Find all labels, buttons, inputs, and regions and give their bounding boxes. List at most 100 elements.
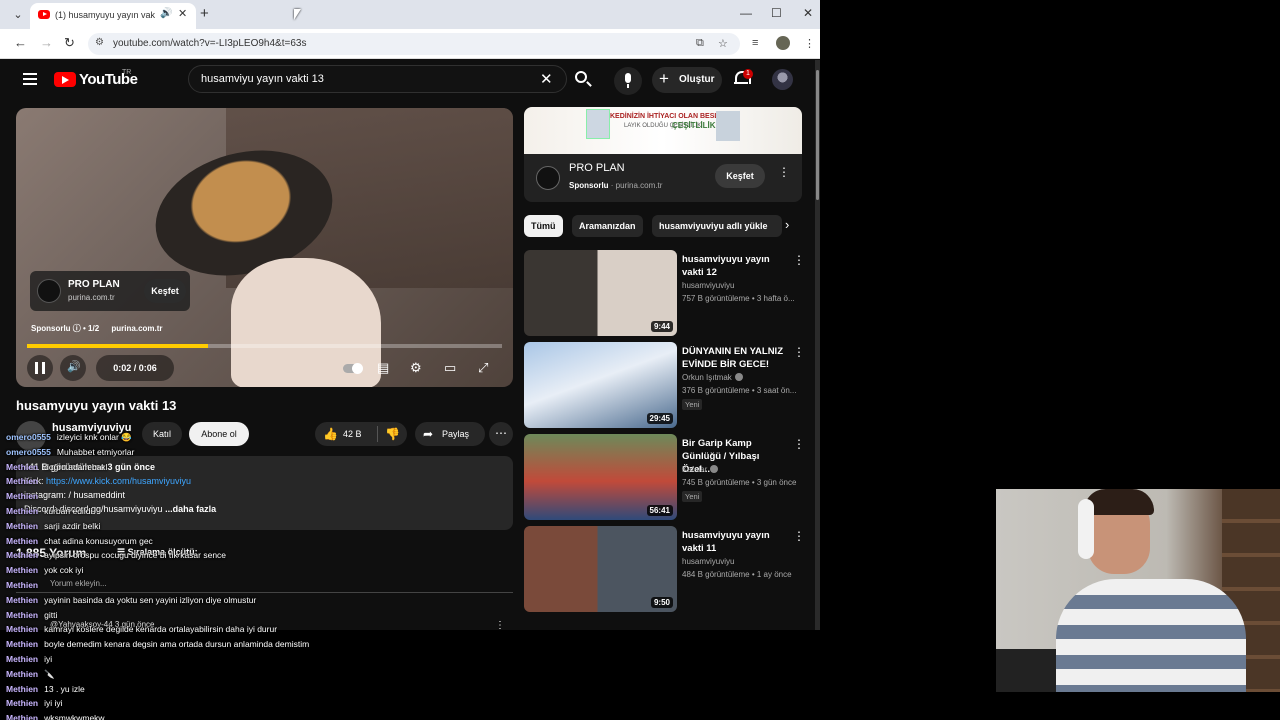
info-icon[interactable]: ⓘ • <box>73 324 88 333</box>
ad-domain[interactable]: purina.com.tr <box>111 324 162 333</box>
player-ad-card[interactable]: PRO PLAN purina.com.tr Keşfet <box>30 271 190 311</box>
account-avatar[interactable] <box>772 69 793 90</box>
dislike-icon[interactable]: 👎 <box>385 427 400 441</box>
chip-channel-uploads[interactable]: husamviyuviyu adlı yükle <box>652 215 782 237</box>
bookmark-star-icon[interactable]: ☆ <box>718 37 728 50</box>
like-icon[interactable]: 👍 <box>323 427 338 441</box>
plus-icon: + <box>659 69 669 88</box>
chat-message: Methien kurban edildi <box>6 506 92 516</box>
like-count[interactable]: 42 B <box>343 429 362 439</box>
reload-icon[interactable]: ↻ <box>64 35 75 51</box>
search-icon <box>575 71 587 83</box>
clear-search-icon[interactable]: ✕ <box>540 70 553 88</box>
media-control-icon[interactable]: ≡ <box>752 37 758 49</box>
recommendation-channel[interactable]: husamviyuviyu <box>682 281 734 290</box>
chat-message: Methien gitti <box>6 610 57 620</box>
volume-button[interactable]: 🔊 <box>60 355 86 381</box>
autoplay-toggle[interactable] <box>343 363 363 374</box>
recommendation-title[interactable]: husamviyuyu yayın vakti 11 <box>682 529 788 555</box>
chip-all[interactable]: Tümü <box>524 215 563 237</box>
more-actions-icon[interactable]: ⋯ <box>489 422 513 446</box>
forward-icon[interactable]: → <box>40 35 53 50</box>
recommendation-title[interactable]: husamviyuyu yayın vakti 12 <box>682 253 788 279</box>
share-button[interactable]: ➦ Paylaş <box>415 422 485 446</box>
recommendation-channel[interactable]: Kafalar <box>682 465 719 474</box>
browser-tab[interactable]: (1) husamyuyu yayın vakti 1 🔊 ✕ <box>30 3 196 29</box>
video-thumbnail[interactable]: 9:50 <box>524 526 677 612</box>
ad-panel-more-icon[interactable]: ⋮ <box>778 165 790 179</box>
chat-message: Methien chat adina konusuyorum gec <box>6 536 153 546</box>
recommendation-channel[interactable]: husamviyuviyu <box>682 557 734 566</box>
fullscreen-icon[interactable]: ⤢ <box>478 360 488 376</box>
recommendation-channel[interactable]: Orkun Işıtmak <box>682 373 743 382</box>
create-label: Oluştur <box>679 74 715 85</box>
screen: ⌄ (1) husamyuyu yayın vakti 1 🔊 ✕ + — ☐ … <box>0 0 1280 720</box>
youtube-logo-icon[interactable] <box>54 72 76 87</box>
browser-menu-icon[interactable]: ⋮ <box>804 37 815 50</box>
ad-panel-cta-button[interactable]: Keşfet <box>715 164 765 188</box>
video-player[interactable]: PRO PLAN purina.com.tr Keşfet Sponsorlu … <box>16 108 513 387</box>
close-tab-icon[interactable]: ✕ <box>178 7 187 20</box>
pause-icon <box>35 362 45 374</box>
subtitles-icon[interactable]: ▤ <box>377 360 389 376</box>
join-button[interactable]: Katıl <box>142 422 182 446</box>
profile-avatar-icon[interactable] <box>776 36 790 50</box>
chat-text: yayinin basinda da yoktu sen yayini izli… <box>44 594 257 605</box>
subscribe-button[interactable]: Abone ol <box>189 422 249 446</box>
recommendation-title[interactable]: DÜNYANIN EN YALNIZ EVİNDE BİR GECE! <box>682 345 788 371</box>
recommendation-item[interactable]: 9:44 husamviyuyu yayın vakti 12 husamviy… <box>524 250 805 338</box>
mic-icon[interactable] <box>614 67 642 95</box>
country-code: TR <box>122 69 132 76</box>
scrollbar-thumb[interactable] <box>816 70 819 200</box>
address-bar[interactable]: ⚙ youtube.com/watch?v=-LI3pLEO9h4&t=63s <box>88 33 740 55</box>
sidebar-ad-banner[interactable]: KEDİNİZİN İHTİYACI OLAN BESLENME LAYIK O… <box>524 107 802 154</box>
time-display: 0:02 / 0:06 <box>96 355 174 381</box>
menu-icon[interactable] <box>23 73 37 85</box>
recommendation-item[interactable]: 9:50 husamviyuyu yayın vakti 11 husamviy… <box>524 526 805 614</box>
create-button[interactable]: + Oluştur <box>652 67 722 93</box>
minimize-icon[interactable]: — <box>740 6 752 20</box>
channel-name-text: Kafalar <box>682 465 708 474</box>
close-window-icon[interactable]: ✕ <box>803 6 813 20</box>
add-comment-input[interactable]: Yorum ekleyin... <box>16 579 513 593</box>
chat-username: Methien <box>6 491 39 502</box>
chat-username: Methien <box>6 580 39 590</box>
settings-gear-icon[interactable]: ⚙ <box>410 360 422 376</box>
chevron-down-icon[interactable]: ⌄ <box>10 7 26 23</box>
ad-progress-bar[interactable] <box>27 344 502 348</box>
back-icon[interactable]: ← <box>14 35 27 50</box>
new-tab-icon[interactable]: + <box>200 5 209 22</box>
pro-plan-logo-icon <box>536 166 560 190</box>
video-thumbnail[interactable]: 9:44 <box>524 250 677 336</box>
recommendation-more-icon[interactable]: ⋮ <box>793 345 805 359</box>
recommendation-item[interactable]: 29:45 DÜNYANIN EN YALNIZ EVİNDE BİR GECE… <box>524 342 805 430</box>
cast-icon[interactable]: ⧉ <box>696 37 704 50</box>
chat-username: Methien <box>6 476 39 487</box>
maximize-icon[interactable]: ☐ <box>771 6 782 20</box>
headphones <box>1078 499 1094 559</box>
show-more-link[interactable]: ...daha fazla <box>165 504 216 514</box>
search-input[interactable]: husamviyu yayın vakti 13 ✕ <box>188 65 567 93</box>
recommendation-more-icon[interactable]: ⋮ <box>793 529 805 543</box>
site-info-icon[interactable]: ⚙ <box>95 37 104 48</box>
recommendation-more-icon[interactable]: ⋮ <box>793 253 805 267</box>
speaker-icon[interactable]: 🔊 <box>160 8 172 19</box>
page-scrollbar[interactable] <box>815 60 820 630</box>
pause-button[interactable] <box>27 355 53 381</box>
chat-message: Methien yok cok iyi <box>6 565 83 575</box>
recommendation-item[interactable]: 56:41 Bir Garip Kamp Günlüğü / Yılbaşı Ö… <box>524 434 805 522</box>
theater-mode-icon[interactable]: ▭ <box>444 360 456 376</box>
recommendation-more-icon[interactable]: ⋮ <box>793 437 805 451</box>
kick-link[interactable]: https://www.kick.com/husamviyuviyu <box>46 476 191 486</box>
share-icon: ➦ <box>423 427 434 441</box>
player-right-controls: ▤ ⚙ ▭ ⤢ <box>340 355 502 381</box>
chat-username: omero0555 <box>6 446 51 457</box>
comment-more-icon[interactable]: ⋮ <box>495 620 505 630</box>
video-thumbnail[interactable]: 56:41 <box>524 434 677 520</box>
ad-card-cta-button[interactable]: Keşfet <box>144 279 186 303</box>
sidebar-ad-panel[interactable]: PRO PLAN Sponsorlu · purina.com.tr Keşfe… <box>524 154 802 202</box>
chip-from-search[interactable]: Aramanızdan <box>572 215 643 237</box>
chevron-right-icon[interactable]: › <box>785 217 789 232</box>
video-thumbnail[interactable]: 29:45 <box>524 342 677 428</box>
search-button[interactable] <box>567 65 597 93</box>
